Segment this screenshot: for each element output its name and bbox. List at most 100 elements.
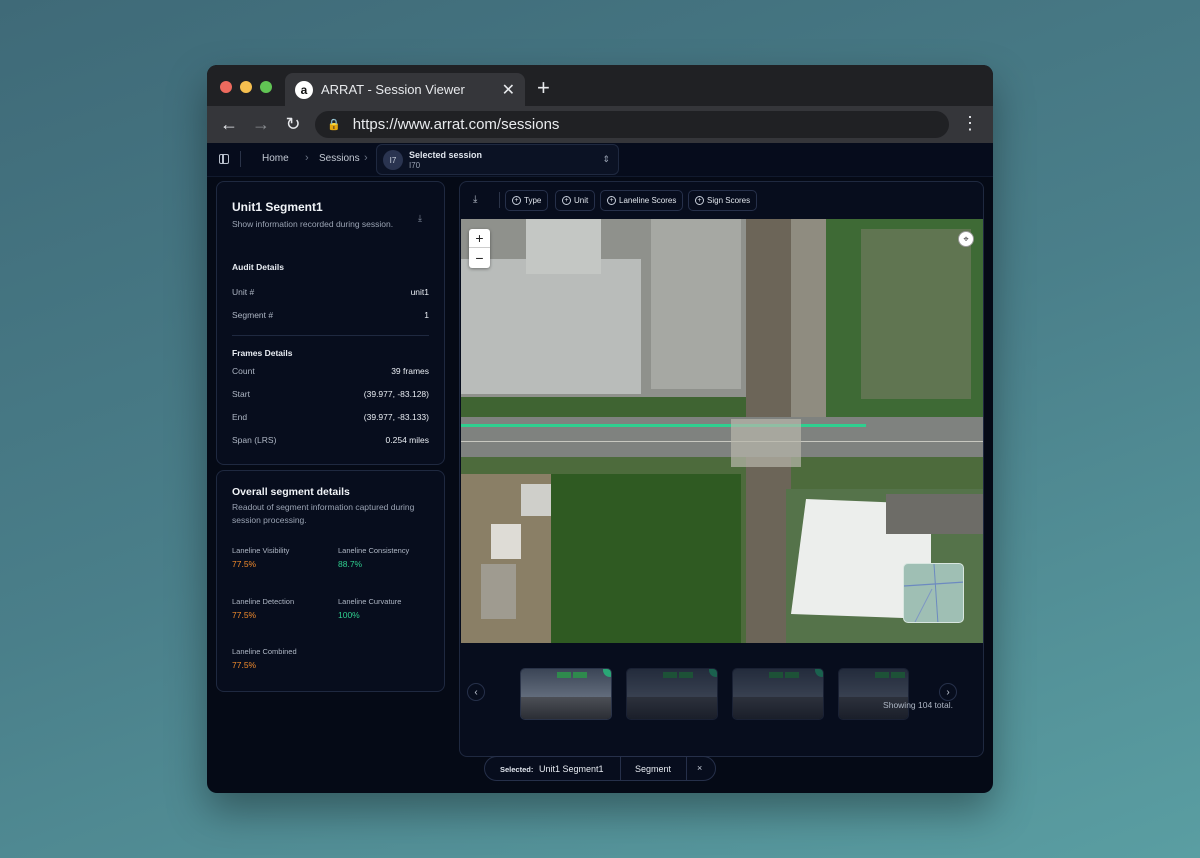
metric-value: 88.7% — [338, 559, 363, 569]
session-selector[interactable]: I7 Selected session I70 ⇕ — [376, 144, 619, 175]
end-label: End — [232, 412, 248, 422]
browser-menu-icon[interactable]: ⋮ — [961, 113, 979, 134]
results-count: Showing 104 total. — [883, 700, 953, 710]
minimize-window-button[interactable] — [240, 81, 252, 93]
metric-label: Laneline Combined — [232, 647, 297, 656]
zoom-control: + − — [469, 229, 490, 268]
selection-label: Selected: — [500, 765, 534, 774]
metric-label: Laneline Curvature — [338, 597, 402, 606]
breadcrumb-sessions[interactable]: Sessions — [319, 153, 360, 164]
lock-icon: 🔒 — [327, 119, 341, 131]
chevron-right-icon: › — [364, 152, 368, 164]
start-label: Start — [232, 389, 250, 399]
download-icon[interactable]: ⤓ — [418, 213, 422, 224]
zoom-in-button[interactable]: + — [469, 229, 490, 248]
frame-thumbnail[interactable] — [838, 668, 909, 720]
count-label: Count — [232, 366, 255, 376]
count-value: 39 frames — [391, 366, 429, 376]
filter-label: Sign Scores — [707, 196, 751, 205]
divider — [686, 757, 687, 780]
carousel-next-icon[interactable]: › — [939, 683, 957, 701]
filter-sign-scores-button[interactable]: + Sign Scores — [688, 190, 758, 211]
session-value: I70 — [409, 161, 421, 170]
minimap-roads — [904, 564, 963, 622]
compass-icon[interactable]: ⌖ — [958, 231, 974, 247]
frames-heading: Frames Details — [232, 348, 293, 358]
start-value: (39.977, -83.128) — [363, 389, 429, 399]
filter-type-button[interactable]: + Type — [505, 190, 549, 211]
metric-label: Laneline Consistency — [338, 546, 410, 555]
filter-laneline-scores-button[interactable]: + Laneline Scores — [600, 190, 684, 211]
map-panel: ⤓ + Type + Unit + Laneline Scores + Sign… — [459, 181, 984, 757]
frame-thumbnail[interactable] — [626, 668, 718, 720]
satellite-map[interactable]: + − ⌖ — [461, 219, 983, 643]
unit-label: Unit # — [232, 287, 255, 297]
plus-circle-icon: + — [512, 196, 521, 205]
url-text: https://www.arrat.com/sessions — [352, 116, 560, 133]
back-icon[interactable]: ← — [213, 114, 245, 135]
close-window-button[interactable] — [220, 81, 232, 93]
filter-label: Laneline Scores — [619, 196, 677, 205]
tab-close-icon[interactable]: ✕ — [502, 80, 515, 100]
zoom-out-button[interactable]: − — [469, 248, 490, 267]
divider — [499, 192, 500, 208]
app-header: Home › Sessions › I7 Selected session I7… — [207, 143, 993, 177]
maximize-window-button[interactable] — [260, 81, 272, 93]
segment-title: Unit1 Segment1 — [232, 200, 323, 214]
overall-title: Overall segment details — [232, 486, 350, 498]
filter-toolbar: ⤓ + Type + Unit + Laneline Scores + Sign… — [460, 182, 983, 219]
metric-label: Laneline Visibility — [232, 546, 290, 555]
tab-bar: a ARRAT - Session Viewer ✕ + — [207, 65, 993, 106]
overall-details-card: Overall segment details Readout of segme… — [216, 470, 445, 692]
selection-type: Segment — [635, 764, 672, 774]
chevron-up-down-icon: ⇕ — [602, 154, 610, 164]
minimap[interactable] — [903, 563, 964, 623]
divider — [240, 151, 241, 167]
sidebar-toggle-icon[interactable] — [219, 154, 229, 164]
segment-value: 1 — [424, 310, 429, 320]
download-icon[interactable]: ⤓ — [473, 194, 477, 205]
address-bar: ← → ↻ 🔒 https://www.arrat.com/sessions ⋮ — [207, 106, 993, 143]
divider — [620, 757, 621, 780]
reload-icon[interactable]: ↻ — [277, 114, 309, 135]
metric-value: 77.5% — [232, 610, 257, 620]
metric-value: 77.5% — [232, 559, 257, 569]
close-icon[interactable]: × — [697, 763, 702, 773]
session-label: Selected session — [409, 150, 483, 160]
carousel-prev-icon[interactable]: ‹ — [467, 683, 485, 701]
favicon-icon: a — [295, 80, 313, 99]
browser-tab[interactable]: a ARRAT - Session Viewer ✕ — [285, 73, 525, 106]
segment-label: Segment # — [232, 310, 274, 320]
filter-label: Unit — [574, 196, 589, 205]
chevron-right-icon: › — [305, 152, 309, 164]
filter-unit-button[interactable]: + Unit — [555, 190, 596, 211]
unit-value: unit1 — [410, 287, 429, 297]
selection-bar: Selected: Unit1 Segment1 Segment × — [484, 756, 716, 781]
divider — [232, 335, 429, 336]
span-value: 0.254 miles — [385, 435, 429, 445]
forward-icon[interactable]: → — [245, 114, 277, 135]
filter-label: Type — [524, 196, 542, 205]
segment-subtitle: Show information recorded during session… — [232, 219, 394, 229]
plus-circle-icon: + — [607, 196, 616, 205]
selection-value: Unit1 Segment1 — [539, 764, 604, 774]
frame-thumbnail[interactable] — [520, 668, 612, 720]
plus-circle-icon: + — [695, 196, 704, 205]
overall-subtitle: Readout of segment information captured … — [232, 502, 415, 525]
url-input[interactable]: 🔒 https://www.arrat.com/sessions — [315, 111, 949, 138]
audit-heading: Audit Details — [232, 262, 284, 272]
plus-circle-icon: + — [562, 196, 571, 205]
metric-value: 77.5% — [232, 660, 257, 670]
tab-title: ARRAT - Session Viewer — [321, 82, 465, 97]
breadcrumb-home[interactable]: Home — [262, 153, 289, 164]
metric-value: 100% — [338, 610, 360, 620]
span-label: Span (LRS) — [232, 435, 277, 445]
frame-thumbnail[interactable] — [732, 668, 824, 720]
session-avatar: I7 — [383, 150, 403, 170]
metric-label: Laneline Detection — [232, 597, 295, 606]
frame-carousel: ‹ › — [460, 643, 983, 733]
browser-window: a ARRAT - Session Viewer ✕ + ← → ↻ 🔒 htt… — [207, 65, 993, 793]
end-value: (39.977, -83.133) — [363, 412, 429, 422]
new-tab-icon[interactable]: + — [537, 75, 550, 101]
segment-info-card: Unit1 Segment1 Show information recorded… — [216, 181, 445, 465]
